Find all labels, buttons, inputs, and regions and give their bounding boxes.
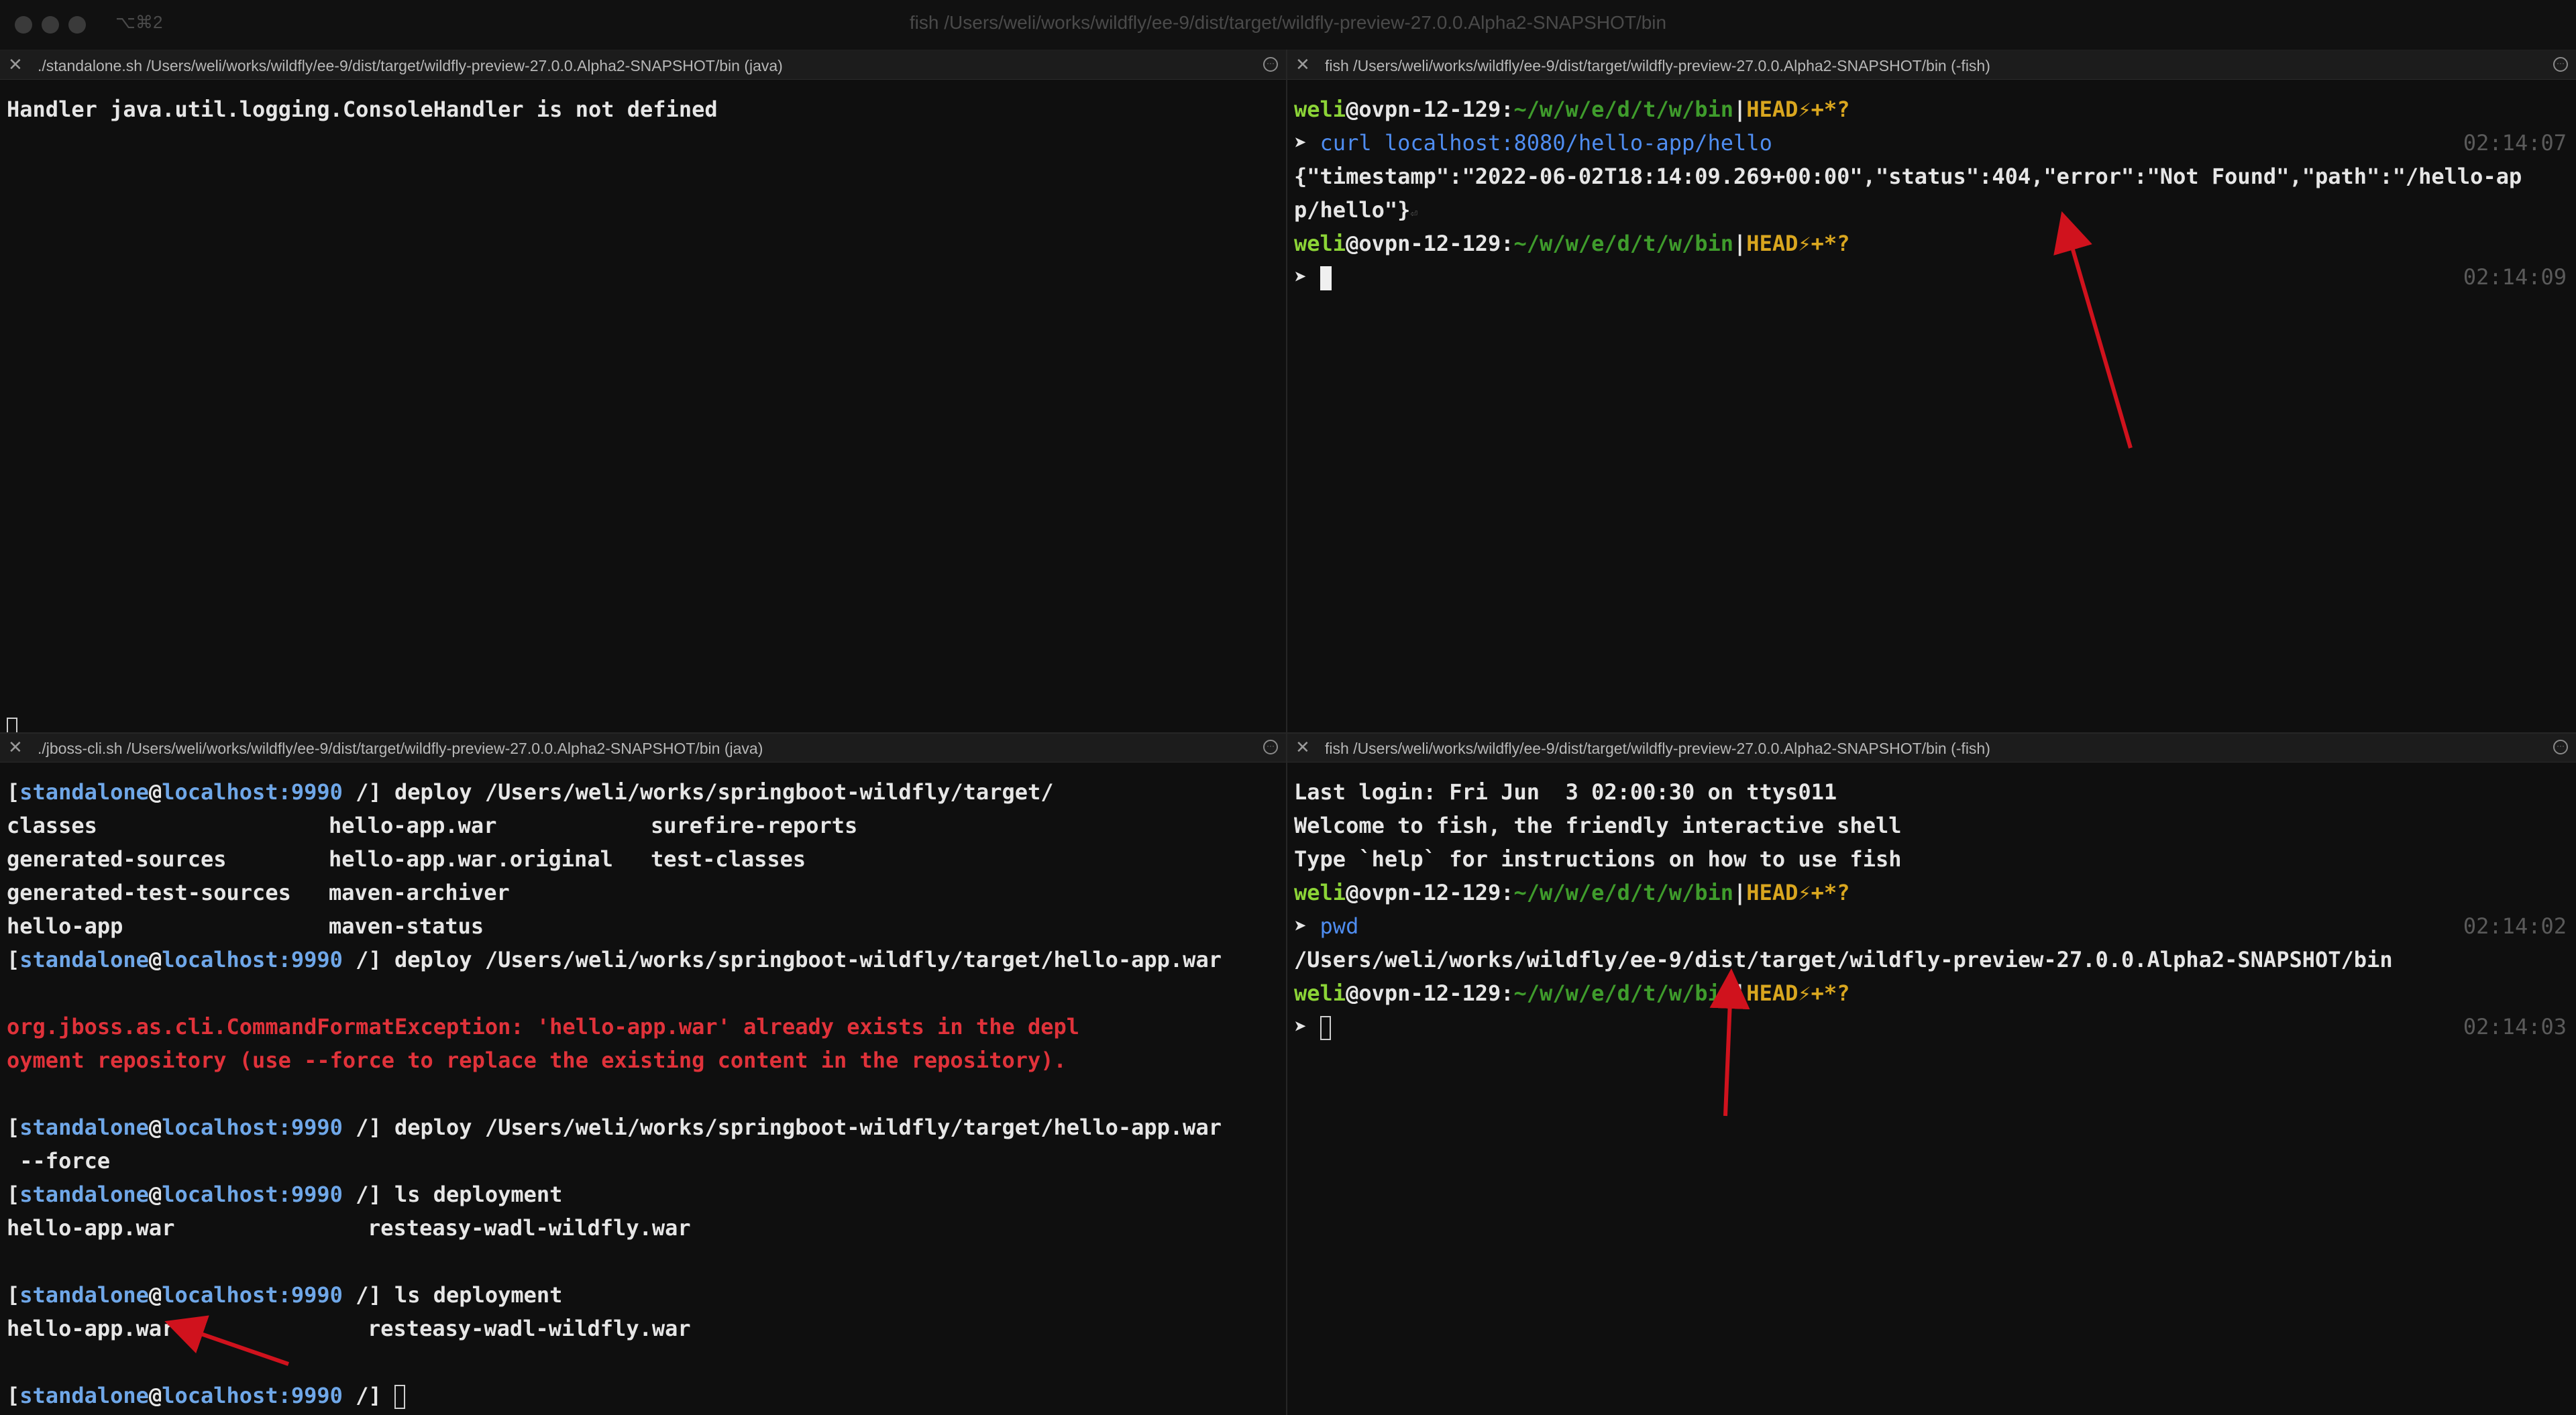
annotation-arrow xyxy=(164,1315,289,1366)
annotation-arrows xyxy=(164,211,2133,1366)
annotation-arrow xyxy=(2053,211,2133,449)
annotation-arrow xyxy=(1709,968,1750,1117)
